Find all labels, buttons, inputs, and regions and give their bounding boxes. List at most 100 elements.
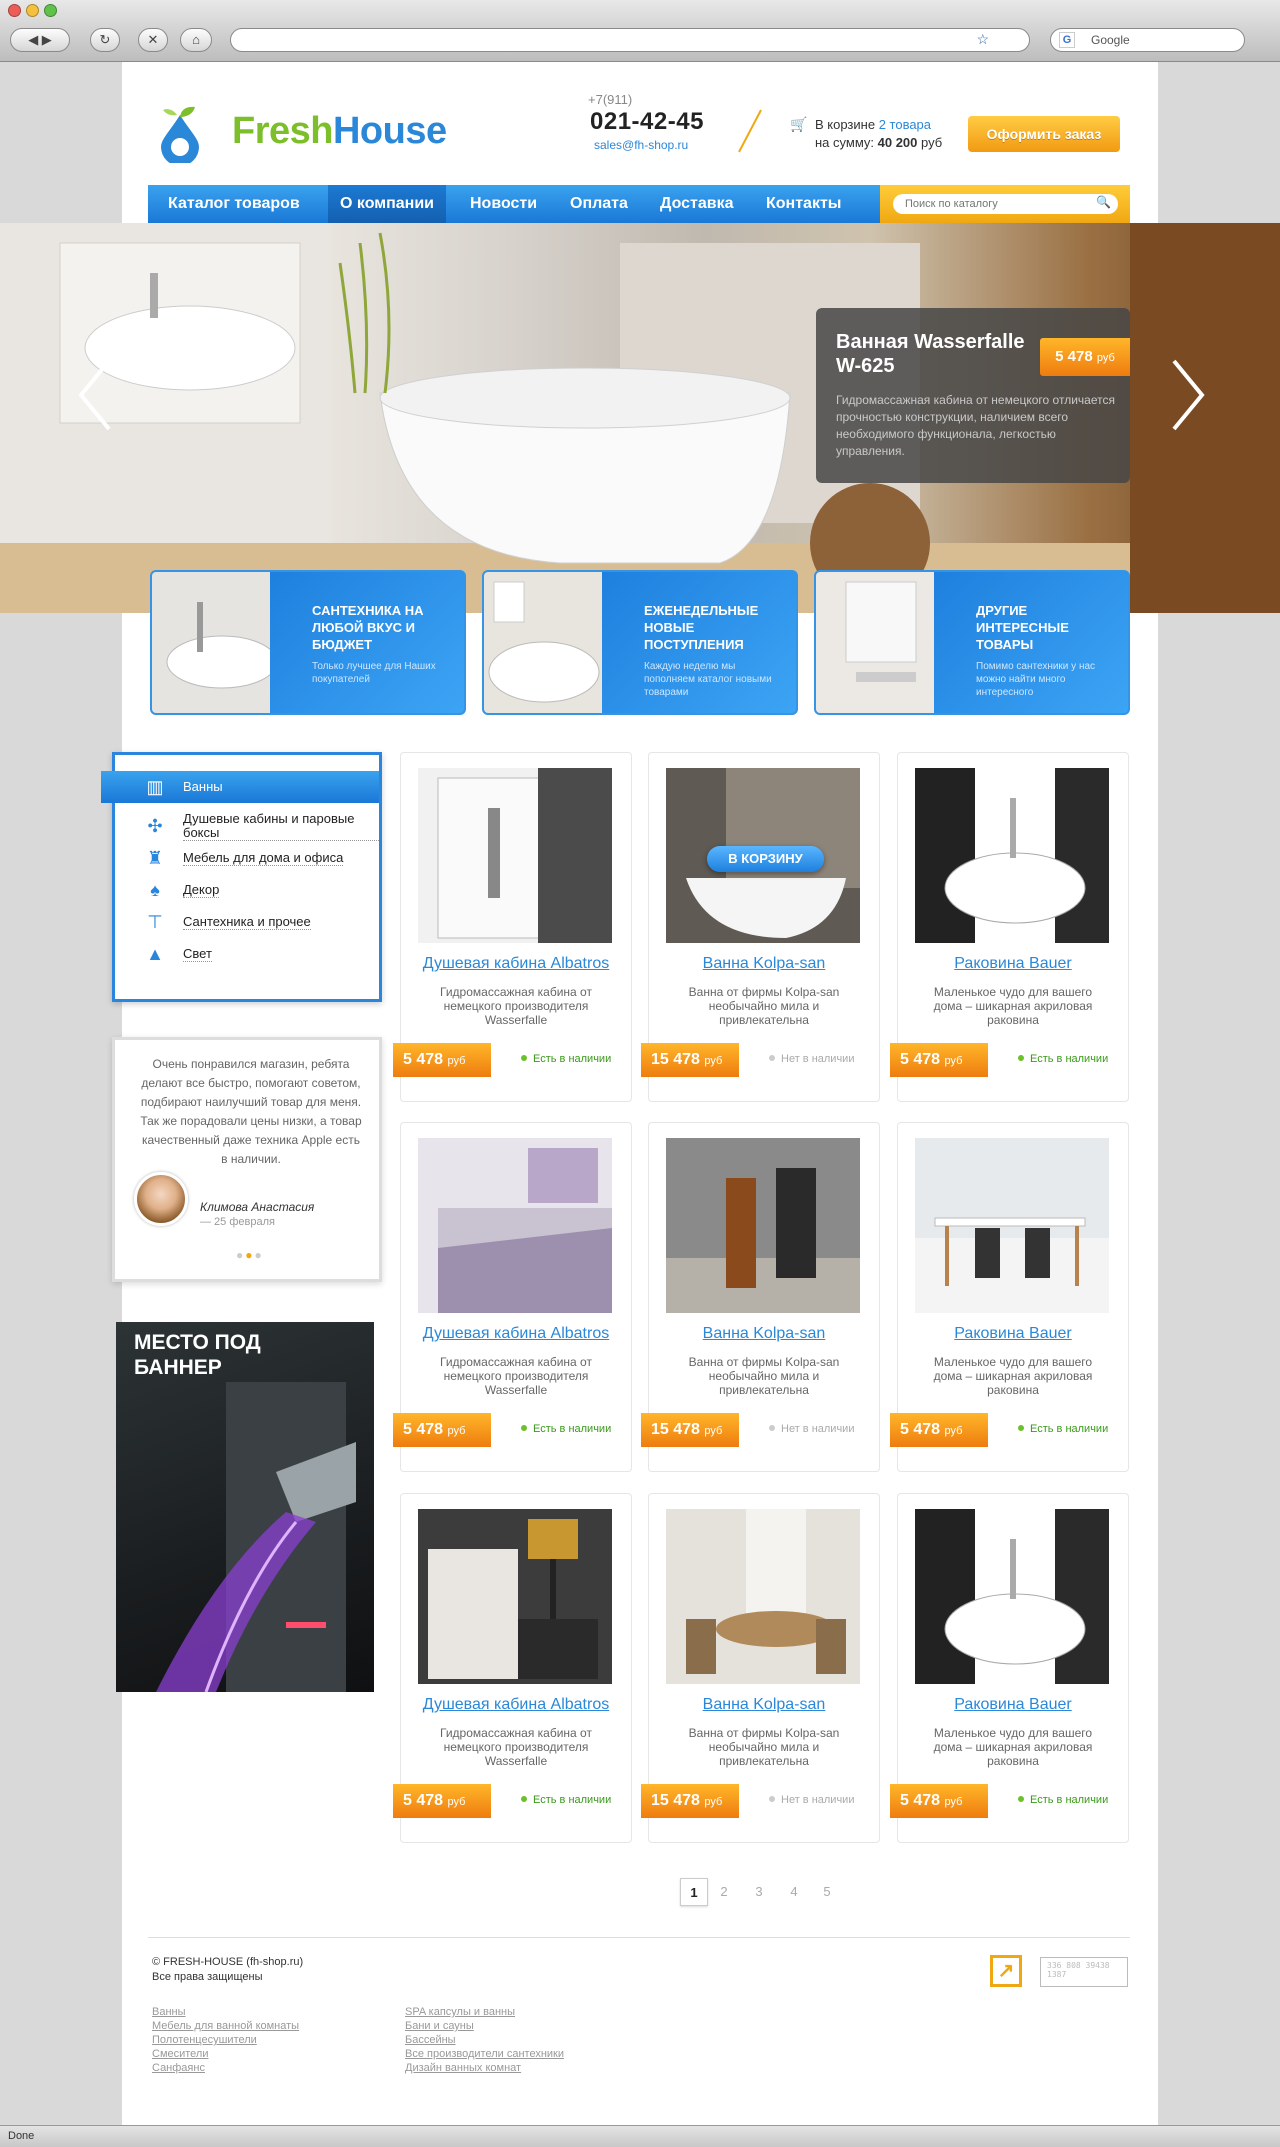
nav-delivery[interactable]: Доставка bbox=[648, 185, 746, 223]
category-item-showers[interactable]: ✣ Душевые кабины и паровые боксы bbox=[115, 810, 379, 842]
address-bar[interactable]: ☆ bbox=[230, 28, 1030, 52]
bookmark-star-icon[interactable]: ☆ bbox=[976, 31, 989, 48]
feature-tile-plumbing[interactable]: Сантехника на любой вкус и бюджет Только… bbox=[150, 570, 466, 715]
page-link-4[interactable]: 4 bbox=[780, 1878, 808, 1906]
review-pager-dots[interactable]: ●●● bbox=[236, 1248, 264, 1262]
footer-link[interactable]: Санфаянс bbox=[152, 2061, 299, 2075]
category-item-decor[interactable]: ♠ Декор bbox=[115, 874, 379, 906]
hero-promo-description: Гидромассажная кабина от немецкого отлич… bbox=[836, 393, 1115, 458]
google-icon: G bbox=[1059, 32, 1075, 48]
price-value: 5 478 bbox=[900, 1051, 941, 1068]
product-name[interactable]: Ванна Kolpa-san bbox=[649, 955, 879, 973]
nav-catalog[interactable]: Каталог товаров bbox=[156, 185, 312, 223]
studio-logo[interactable]: 336 808 39438 1387 bbox=[1040, 1957, 1128, 1987]
product-name[interactable]: Раковина Bauer bbox=[898, 955, 1128, 973]
product-card[interactable]: Раковина Bauer Маленькое чудо для вашего … bbox=[890, 752, 1129, 1102]
nav-contacts[interactable]: Контакты bbox=[754, 185, 853, 223]
checkout-button[interactable]: Оформить заказ bbox=[968, 116, 1120, 152]
hero-price-value: 5 478 bbox=[1055, 348, 1093, 365]
slider-prev-icon[interactable] bbox=[75, 355, 115, 435]
logo-wordmark[interactable]: FreshHouse bbox=[232, 110, 447, 153]
add-to-cart-button[interactable]: В КОРЗИНУ bbox=[707, 846, 824, 872]
stock-dot-icon bbox=[769, 1796, 775, 1802]
home-icon[interactable]: ⌂ bbox=[180, 28, 212, 52]
product-description: Гидромассажная кабина от немецкого произ… bbox=[440, 1726, 592, 1768]
cart-icon[interactable]: 🛒 bbox=[790, 116, 807, 133]
feature-tile-other-goods[interactable]: Другие интересные товары Помимо сантехни… bbox=[814, 570, 1130, 715]
product-name[interactable]: Душевая кабина Albatros bbox=[401, 955, 631, 973]
product-name[interactable]: Душевая кабина Albatros bbox=[401, 1696, 631, 1714]
product-name[interactable]: Раковина Bauer bbox=[898, 1696, 1128, 1714]
product-name[interactable]: Ванна Kolpa-san bbox=[649, 1325, 879, 1343]
product-image[interactable] bbox=[915, 768, 1109, 943]
product-image[interactable] bbox=[418, 1509, 612, 1684]
nav-payment[interactable]: Оплата bbox=[558, 185, 640, 223]
product-card[interactable]: Ванна Kolpa-san Ванна от фирмы Kolpa-san … bbox=[641, 1493, 880, 1843]
reload-icon[interactable]: ↻ bbox=[90, 28, 120, 52]
footer-link[interactable]: Бассейны bbox=[405, 2033, 564, 2047]
close-window-icon[interactable] bbox=[8, 4, 21, 17]
product-price: 5 478 руб bbox=[890, 1784, 988, 1818]
product-name[interactable]: Душевая кабина Albatros bbox=[401, 1325, 631, 1343]
product-card[interactable]: Душевая кабина Albatros Гидромассажная ка… bbox=[393, 752, 632, 1102]
browser-search-input[interactable]: G Google bbox=[1050, 28, 1245, 52]
footer-link[interactable]: SPA капсулы и ванны bbox=[405, 2005, 564, 2019]
footer-link[interactable]: Все производители сантехники bbox=[405, 2047, 564, 2061]
cart-items-link[interactable]: 2 товара bbox=[879, 117, 931, 132]
product-card[interactable]: Душевая кабина Albatros Гидромассажная ка… bbox=[393, 1122, 632, 1472]
price-currency: руб bbox=[704, 1796, 723, 1808]
product-image[interactable] bbox=[915, 1509, 1109, 1684]
stop-icon[interactable]: ✕ bbox=[138, 28, 168, 52]
footer-link[interactable]: Полотенцесушители bbox=[152, 2033, 299, 2047]
product-card[interactable]: Ванна Kolpa-san Ванна от фирмы Kolpa-san … bbox=[641, 1122, 880, 1472]
arrow-up-right-icon[interactable]: ↗ bbox=[990, 1955, 1022, 1987]
stock-dot-icon bbox=[1018, 1425, 1024, 1431]
product-image[interactable] bbox=[666, 1509, 860, 1684]
copyright-line: © FRESH-HOUSE (fh-shop.ru) bbox=[152, 1956, 304, 1968]
hero-promo-title[interactable]: Ванная Wasserfalle W-625 bbox=[836, 330, 1036, 378]
category-item-baths[interactable]: ▥ Ванны bbox=[101, 771, 379, 803]
page-link-5[interactable]: 5 bbox=[813, 1878, 841, 1906]
product-card[interactable]: Раковина Bauer Маленькое чудо для вашего … bbox=[890, 1493, 1129, 1843]
catalog-search-input[interactable] bbox=[893, 194, 1118, 214]
feature-tile-new-arrivals[interactable]: Еженедельные новые поступления Каждую не… bbox=[482, 570, 798, 715]
nav-about[interactable]: О компании bbox=[328, 185, 446, 223]
product-name[interactable]: Раковина Bauer bbox=[898, 1325, 1128, 1343]
page-link-1[interactable]: 1 bbox=[680, 1878, 708, 1906]
product-image[interactable] bbox=[915, 1138, 1109, 1313]
page-link-2[interactable]: 2 bbox=[710, 1878, 738, 1906]
tile-image-mirror bbox=[816, 572, 946, 713]
footer-link[interactable]: Дизайн ванных комнат bbox=[405, 2061, 564, 2075]
footer-link[interactable]: Мебель для ванной комнаты bbox=[152, 2019, 299, 2033]
minimize-window-icon[interactable] bbox=[26, 4, 39, 17]
stock-label: Есть в наличии bbox=[533, 1794, 612, 1806]
product-card[interactable]: Раковина Bauer Маленькое чудо для вашего … bbox=[890, 1122, 1129, 1472]
product-card[interactable]: Ванна Kolpa-san Ванна от фирмы Kolpa-san … bbox=[641, 752, 880, 1102]
cart-currency: руб bbox=[917, 135, 943, 150]
category-item-plumbing[interactable]: ⊤ Сантехника и прочее bbox=[115, 906, 379, 938]
product-name[interactable]: Ванна Kolpa-san bbox=[649, 1696, 879, 1714]
review-date: — 25 февраля bbox=[200, 1216, 275, 1228]
product-description: Ванна от фирмы Kolpa-san необычайно мила… bbox=[688, 985, 840, 1027]
page-link-3[interactable]: 3 bbox=[745, 1878, 773, 1906]
email-link[interactable]: sales@fh-shop.ru bbox=[594, 138, 688, 152]
faucet-icon: ⊤ bbox=[147, 912, 163, 932]
category-label: Душевые кабины и паровые боксы bbox=[183, 811, 379, 841]
footer-link[interactable]: Бани и сауны bbox=[405, 2019, 564, 2033]
category-label: Мебель для дома и офиса bbox=[183, 849, 344, 866]
product-image[interactable] bbox=[418, 1138, 612, 1313]
product-description: Маленькое чудо для вашего дома – шикарна… bbox=[933, 985, 1093, 1027]
nav-news[interactable]: Новости bbox=[458, 185, 549, 223]
slider-next-icon[interactable] bbox=[1168, 355, 1208, 435]
zoom-window-icon[interactable] bbox=[44, 4, 57, 17]
product-card[interactable]: Душевая кабина Albatros Гидромассажная ка… bbox=[393, 1493, 632, 1843]
phone-prefix: +7(911) bbox=[588, 92, 633, 107]
footer-link[interactable]: Смесители bbox=[152, 2047, 299, 2061]
category-item-light[interactable]: ▲ Свет bbox=[115, 938, 379, 970]
product-image[interactable] bbox=[666, 1138, 860, 1313]
search-icon[interactable]: 🔍 bbox=[1096, 195, 1111, 209]
product-image[interactable] bbox=[418, 768, 612, 943]
category-item-furniture[interactable]: ♜ Мебель для дома и офиса bbox=[115, 842, 379, 874]
back-forward-button[interactable]: ◀ ▶ bbox=[10, 28, 70, 52]
footer-link[interactable]: Ванны bbox=[152, 2005, 299, 2019]
